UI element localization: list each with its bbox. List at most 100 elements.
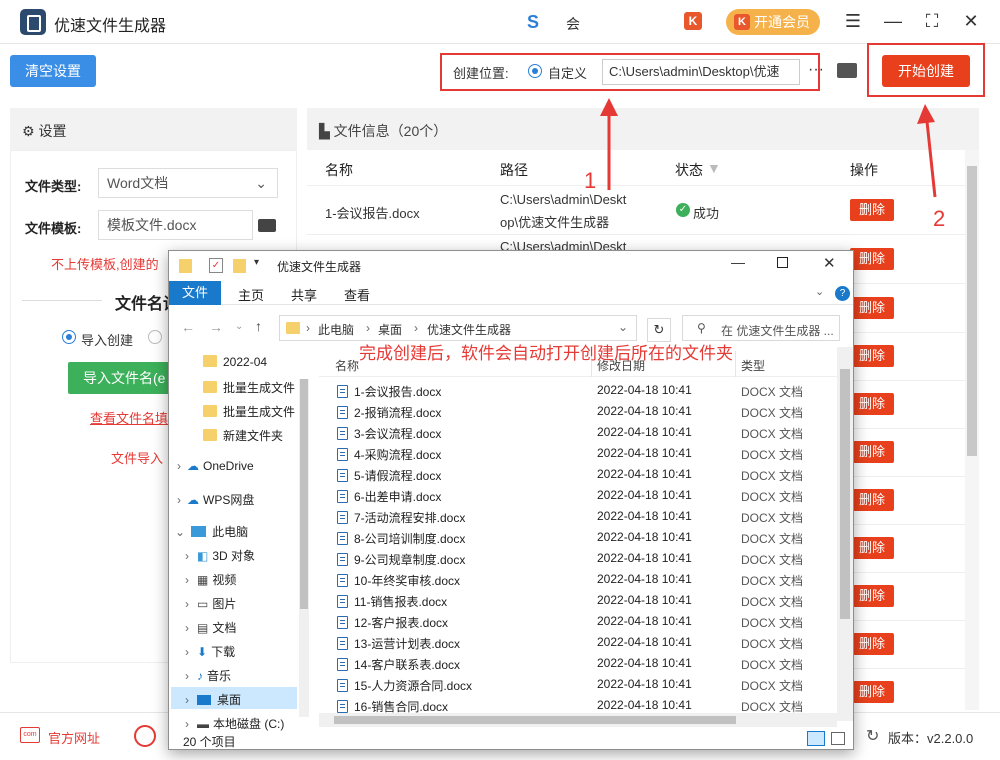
file-type: DOCX 文档 bbox=[741, 658, 804, 672]
address-folder-icon bbox=[286, 322, 300, 334]
file-date: 2022-04-18 10:41 bbox=[597, 635, 692, 649]
file-row[interactable]: 7-活动流程安排.docx 2022-04-18 10:41 DOCX 文档 bbox=[337, 509, 803, 530]
col-type[interactable]: 类型 bbox=[741, 357, 765, 374]
file-type: DOCX 文档 bbox=[741, 637, 804, 651]
file-date: 2022-04-18 10:41 bbox=[597, 572, 692, 586]
explorer-minimize-icon[interactable]: — bbox=[731, 254, 745, 270]
file-name: 4-采购流程.docx bbox=[354, 448, 442, 462]
search-input[interactable]: ⚲ 在 优速文件生成器 ... bbox=[682, 315, 840, 341]
file-row[interactable]: 5-请假流程.docx 2022-04-18 10:41 DOCX 文档 bbox=[337, 467, 803, 488]
ribbon-tab-share[interactable]: 共享 bbox=[291, 285, 317, 304]
properties-icon[interactable]: ✓ bbox=[209, 258, 223, 273]
file-name: 5-请假流程.docx bbox=[354, 469, 442, 483]
col-name[interactable]: 名称 bbox=[335, 357, 359, 374]
file-date: 2022-04-18 10:41 bbox=[597, 383, 692, 397]
back-icon[interactable]: ← bbox=[181, 319, 195, 335]
ribbon-tab-view[interactable]: 查看 bbox=[344, 285, 370, 304]
help-icon[interactable]: ? bbox=[835, 286, 850, 301]
file-date: 2022-04-18 10:41 bbox=[597, 509, 692, 523]
nav-item-music[interactable]: › ♪ 音乐 bbox=[185, 667, 231, 684]
file-date: 2022-04-18 10:41 bbox=[597, 404, 692, 418]
file-name: 16-销售合同.docx bbox=[354, 700, 449, 714]
file-date: 2022-04-18 10:41 bbox=[597, 551, 692, 565]
nav-item[interactable]: 批量生成文件 bbox=[203, 403, 295, 420]
file-row[interactable]: 10-年终奖审核.docx 2022-04-18 10:41 DOCX 文档 bbox=[337, 572, 803, 593]
file-row[interactable]: 11-销售报表.docx 2022-04-18 10:41 DOCX 文档 bbox=[337, 593, 803, 614]
file-row[interactable]: 8-公司培训制度.docx 2022-04-18 10:41 DOCX 文档 bbox=[337, 530, 803, 551]
horizontal-scroll-thumb[interactable] bbox=[334, 716, 736, 724]
address-dropdown-icon[interactable]: ⌄ bbox=[618, 320, 628, 334]
file-name: 10-年终奖审核.docx bbox=[354, 574, 461, 588]
file-row[interactable]: 6-出差申请.docx 2022-04-18 10:41 DOCX 文档 bbox=[337, 488, 803, 509]
file-row[interactable]: 3-会议流程.docx 2022-04-18 10:41 DOCX 文档 bbox=[337, 425, 803, 446]
forward-icon[interactable]: → bbox=[209, 319, 223, 335]
nav-item-this-pc[interactable]: ⌄ 此电脑 bbox=[175, 523, 248, 540]
file-type: DOCX 文档 bbox=[741, 511, 804, 525]
docx-file-icon bbox=[337, 574, 348, 587]
recent-icon[interactable]: ⌄ bbox=[235, 321, 243, 332]
folder-icon bbox=[203, 429, 217, 441]
docx-file-icon bbox=[337, 385, 348, 398]
folder-icon bbox=[179, 259, 192, 273]
nav-item[interactable]: 新建文件夹 bbox=[203, 427, 283, 444]
nav-scroll-thumb[interactable] bbox=[300, 379, 308, 609]
file-name: 6-出差申请.docx bbox=[354, 490, 442, 504]
file-type: DOCX 文档 bbox=[741, 616, 804, 630]
file-type: DOCX 文档 bbox=[741, 448, 804, 462]
nav-item-documents[interactable]: › ▤ 文档 bbox=[185, 619, 236, 636]
nav-item-3d[interactable]: › ◧ 3D 对象 bbox=[185, 547, 255, 564]
folder-icon bbox=[203, 355, 217, 367]
file-type: DOCX 文档 bbox=[741, 490, 804, 504]
file-row[interactable]: 9-公司规章制度.docx 2022-04-18 10:41 DOCX 文档 bbox=[337, 551, 803, 572]
nav-item-desktop[interactable]: › 桌面 bbox=[185, 691, 241, 708]
explorer-close-icon[interactable]: ✕ bbox=[823, 254, 836, 272]
explorer-maximize-icon[interactable] bbox=[777, 257, 788, 268]
ribbon-tab-file[interactable]: 文件 bbox=[169, 281, 221, 305]
nav-item-wps[interactable]: › ☁ WPS网盘 bbox=[177, 491, 254, 508]
file-name: 8-公司培训制度.docx bbox=[354, 532, 466, 546]
file-row[interactable]: 15-人力资源合同.docx 2022-04-18 10:41 DOCX 文档 bbox=[337, 677, 803, 698]
file-type: DOCX 文档 bbox=[741, 427, 804, 441]
up-icon[interactable]: ↑ bbox=[255, 318, 262, 334]
docx-file-icon bbox=[337, 490, 348, 503]
file-date: 2022-04-18 10:41 bbox=[597, 488, 692, 502]
docx-file-icon bbox=[337, 553, 348, 566]
new-folder-icon[interactable] bbox=[233, 259, 246, 273]
file-list-scroll-thumb[interactable] bbox=[840, 369, 850, 619]
file-date: 2022-04-18 10:41 bbox=[597, 593, 692, 607]
picture-icon: ▭ bbox=[197, 597, 209, 611]
file-type: DOCX 文档 bbox=[741, 679, 804, 693]
docx-file-icon bbox=[337, 406, 348, 419]
explorer-ribbon bbox=[169, 281, 853, 305]
folder-icon bbox=[203, 381, 217, 393]
nav-item-downloads[interactable]: › ⬇ 下载 bbox=[185, 643, 235, 660]
file-type: DOCX 文档 bbox=[741, 532, 804, 546]
annotation-number-2: 2 bbox=[933, 206, 946, 231]
file-row[interactable]: 2-报销流程.docx 2022-04-18 10:41 DOCX 文档 bbox=[337, 404, 803, 425]
docx-file-icon bbox=[337, 637, 348, 650]
ribbon-tab-home[interactable]: 主页 bbox=[238, 285, 264, 304]
docx-file-icon bbox=[337, 658, 348, 671]
nav-item-pictures[interactable]: › ▭ 图片 bbox=[185, 595, 236, 612]
cube-icon: ◧ bbox=[197, 549, 209, 563]
nav-item-onedrive[interactable]: › ☁ OneDrive bbox=[177, 459, 254, 473]
breadcrumb-this-pc[interactable]: 此电脑 bbox=[318, 321, 354, 338]
file-row[interactable]: 12-客户报表.docx 2022-04-18 10:41 DOCX 文档 bbox=[337, 614, 803, 635]
file-row[interactable]: 13-运营计划表.docx 2022-04-18 10:41 DOCX 文档 bbox=[337, 635, 803, 656]
nav-item[interactable]: 2022-04 bbox=[203, 355, 267, 369]
file-date: 2022-04-18 10:41 bbox=[597, 614, 692, 628]
ribbon-expand-icon[interactable]: ⌄ bbox=[815, 285, 824, 298]
search-placeholder: 在 优速文件生成器 ... bbox=[721, 324, 834, 338]
quick-access-dropdown-icon[interactable]: ▾ bbox=[254, 257, 259, 268]
address-bar[interactable]: › 此电脑 › 桌面 › 优速文件生成器 ⌄ bbox=[279, 315, 637, 341]
breadcrumb-desktop[interactable]: 桌面 bbox=[378, 321, 402, 338]
breadcrumb-folder[interactable]: 优速文件生成器 bbox=[427, 321, 511, 338]
file-row[interactable]: 14-客户联系表.docx 2022-04-18 10:41 DOCX 文档 bbox=[337, 656, 803, 677]
details-view-icon[interactable] bbox=[807, 731, 825, 746]
file-row[interactable]: 4-采购流程.docx 2022-04-18 10:41 DOCX 文档 bbox=[337, 446, 803, 467]
nav-item[interactable]: 批量生成文件 bbox=[203, 379, 295, 396]
nav-item-videos[interactable]: › ▦ 视频 bbox=[185, 571, 236, 588]
file-row[interactable]: 1-会议报告.docx 2022-04-18 10:41 DOCX 文档 bbox=[337, 383, 803, 404]
large-icons-view-icon[interactable] bbox=[831, 732, 845, 745]
docx-file-icon bbox=[337, 700, 348, 713]
